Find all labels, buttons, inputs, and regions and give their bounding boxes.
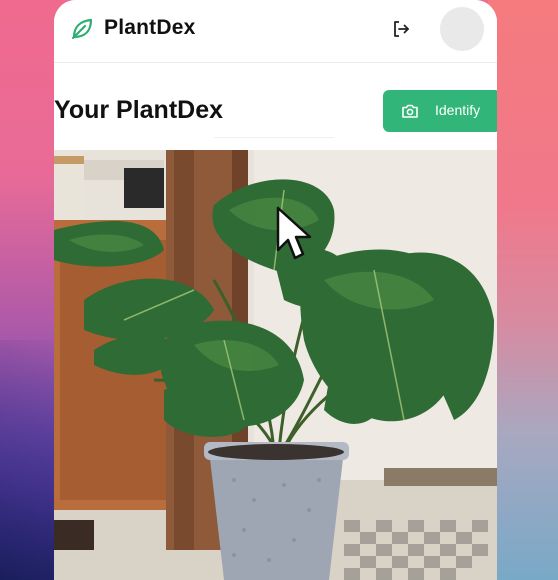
page-title: Your PlantDex: [54, 96, 224, 124]
divider: [214, 137, 334, 138]
avatar[interactable]: [440, 7, 484, 51]
mouse-pointer-icon: [276, 206, 312, 260]
app-title: PlantDex: [104, 16, 196, 39]
background-gradient-right: [488, 0, 558, 580]
leaf-icon: [71, 18, 93, 40]
top-bar: PlantDex: [54, 0, 497, 63]
identify-button-label: Identify: [435, 102, 481, 118]
camera-icon: [402, 104, 418, 118]
app-window: PlantDex Your PlantDex Identify: [54, 0, 497, 580]
identify-button[interactable]: Identify: [383, 90, 497, 132]
logout-icon[interactable]: [389, 17, 413, 41]
